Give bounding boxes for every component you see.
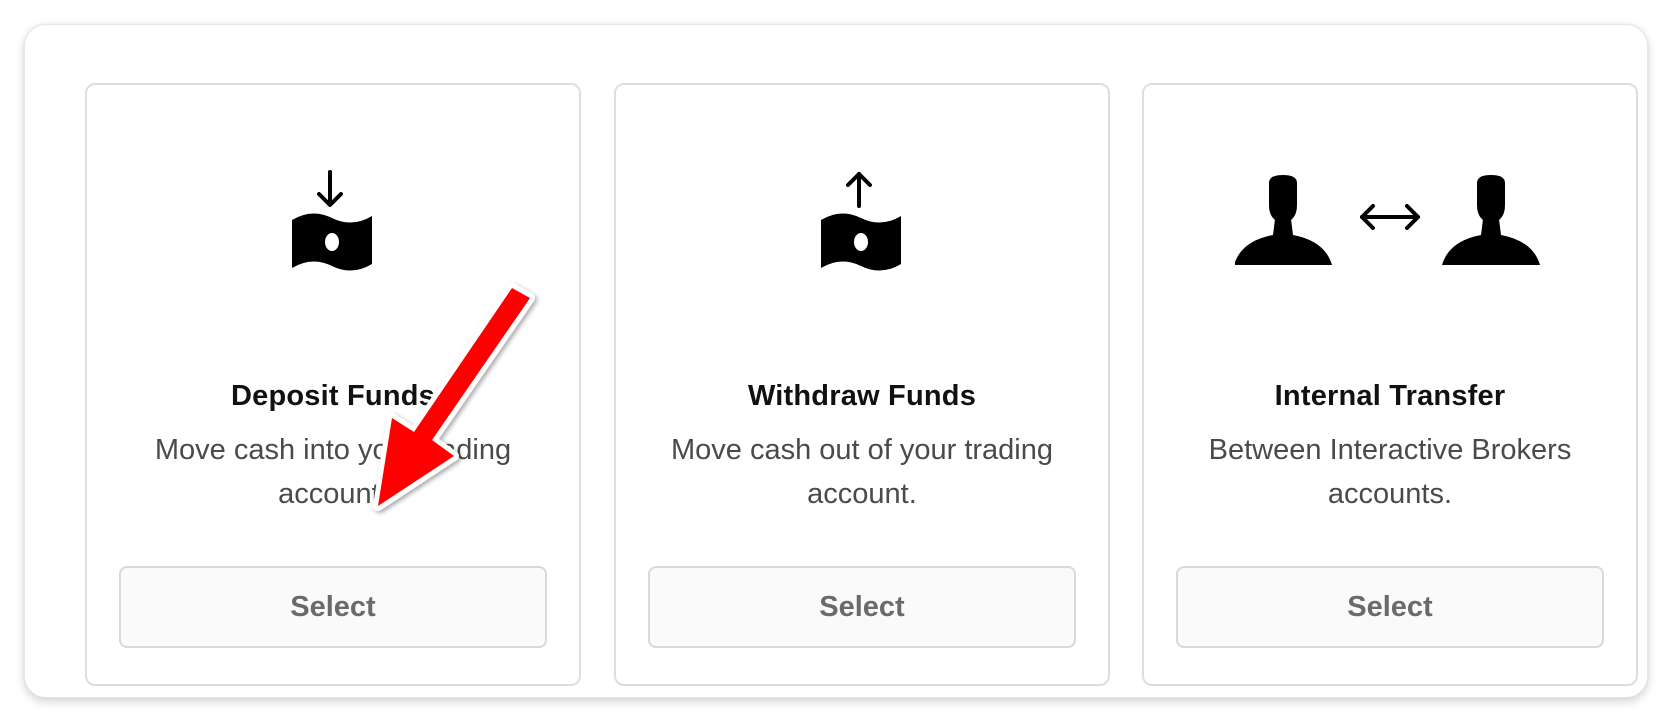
withdraw-select-button[interactable]: Select	[648, 566, 1076, 648]
internal-transfer-select-button[interactable]: Select	[1176, 566, 1604, 648]
user-icon	[1235, 175, 1332, 265]
user-icon	[1442, 175, 1540, 265]
deposit-money-icon	[87, 165, 579, 285]
card-title: Deposit Funds	[231, 380, 435, 412]
deposit-funds-card[interactable]: Deposit Funds Move cash into your tradin…	[85, 83, 581, 686]
card-description: Move cash out of your trading account.	[670, 434, 1054, 510]
withdraw-funds-card[interactable]: Withdraw Funds Move cash out of your tra…	[614, 83, 1110, 686]
user-transfer-icon	[1144, 165, 1636, 285]
double-arrow-icon	[1360, 204, 1420, 230]
internal-transfer-card[interactable]: Internal Transfer Between Interactive Br…	[1142, 83, 1638, 686]
card-title: Withdraw Funds	[747, 380, 977, 412]
withdraw-money-icon	[616, 165, 1108, 285]
card-description: Between Interactive Brokers accounts.	[1208, 434, 1572, 510]
card-title: Internal Transfer	[1274, 380, 1506, 412]
deposit-select-button[interactable]: Select	[119, 566, 547, 648]
transfer-options-panel: Deposit Funds Move cash into your tradin…	[24, 24, 1648, 698]
card-description: Move cash into your trading account.	[154, 434, 512, 510]
